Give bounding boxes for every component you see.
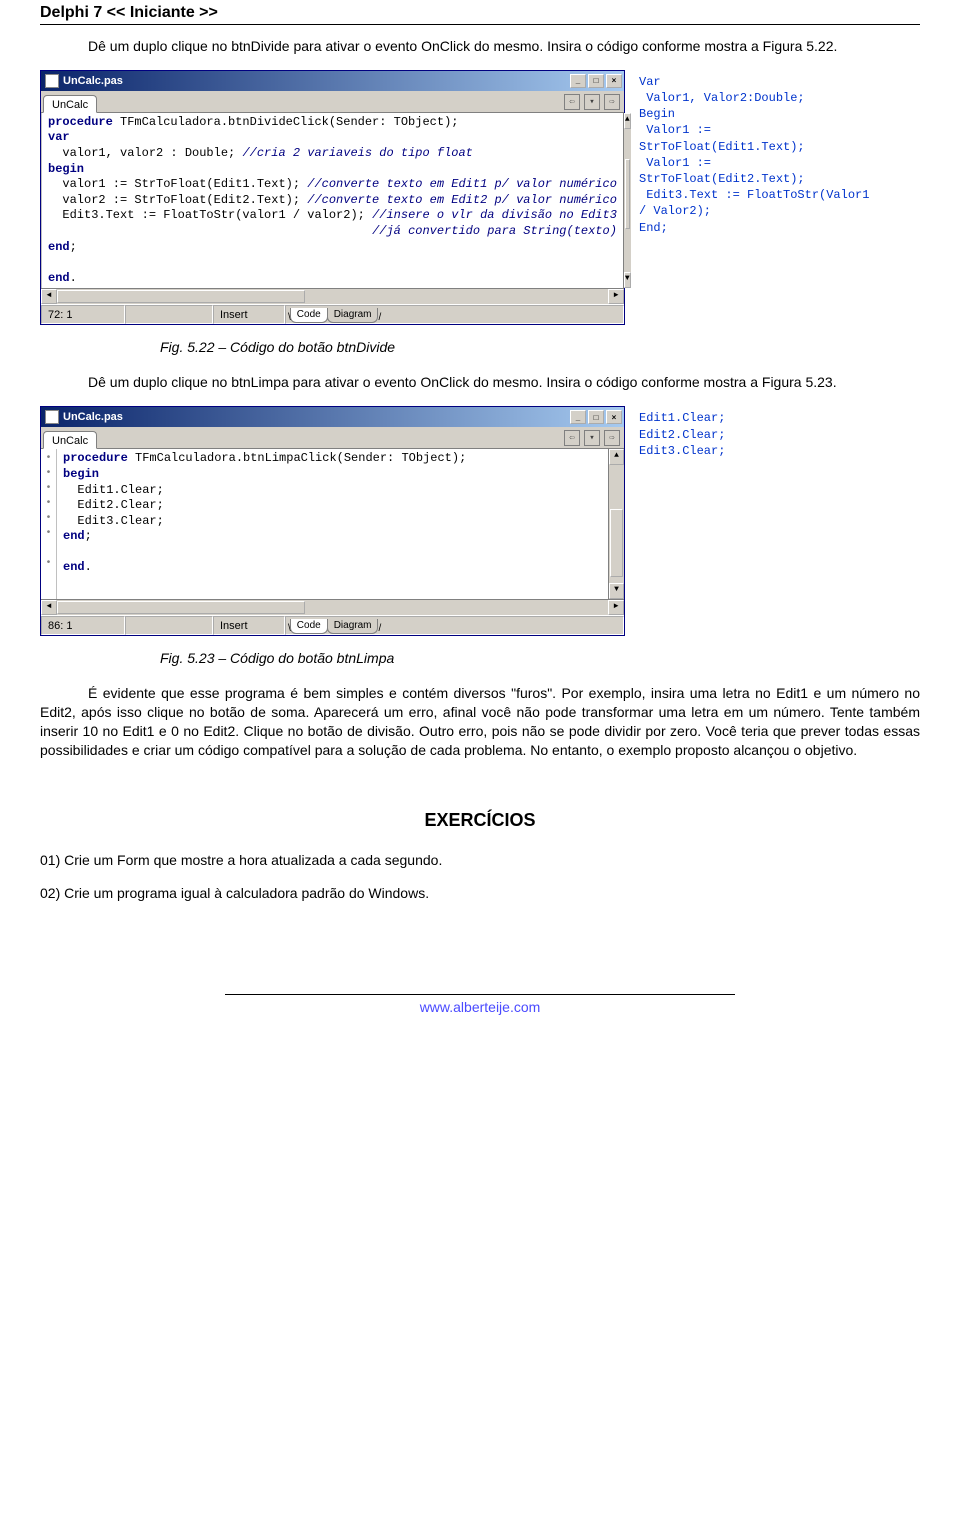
- nav-fwd-icon[interactable]: ⇨: [604, 94, 620, 110]
- status-modified: [125, 305, 213, 324]
- h-scroll-thumb[interactable]: [57, 601, 305, 614]
- status-modified: [125, 616, 213, 635]
- paragraph-1: Dê um duplo clique no btnDivide para ati…: [40, 37, 920, 56]
- tab-row-2: UnCalc ⇦ ▾ ⇨: [41, 427, 624, 449]
- file-icon: [45, 74, 59, 88]
- bottom-tabs-1: \ Code Diagram /: [285, 305, 624, 324]
- footer-divider: [225, 994, 735, 995]
- editor-window-1: UnCalc.pas _ □ × UnCalc ⇦ ▾ ⇨ procedure …: [40, 70, 625, 326]
- window-title-1: UnCalc.pas: [63, 75, 568, 87]
- scroll-left-icon[interactable]: ◄: [41, 289, 57, 304]
- side-code-1: Var Valor1, Valor2:Double; Begin Valor1 …: [639, 70, 920, 326]
- status-cursor-pos: 72: 1: [41, 305, 125, 324]
- status-insert: Insert: [213, 616, 285, 635]
- dropdown-icon[interactable]: ▾: [584, 94, 600, 110]
- maximize-button[interactable]: □: [588, 74, 604, 88]
- h-scroll-thumb[interactable]: [57, 290, 305, 303]
- nav-fwd-icon[interactable]: ⇨: [604, 430, 620, 446]
- horizontal-scrollbar[interactable]: ◄ ►: [41, 288, 624, 304]
- minimize-button[interactable]: _: [570, 74, 586, 88]
- vertical-scrollbar[interactable]: ▲ ▼: [623, 113, 631, 289]
- window-title-2: UnCalc.pas: [63, 411, 568, 423]
- code-area-1: procedure TFmCalculadora.btnDivideClick(…: [41, 113, 624, 289]
- file-tab-uncalc[interactable]: UnCalc: [43, 95, 97, 113]
- h-scroll-track[interactable]: [57, 289, 608, 304]
- paragraph-2-text: Dê um duplo clique no btnLimpa para ativ…: [88, 374, 837, 390]
- close-button[interactable]: ×: [606, 410, 622, 424]
- h-scroll-track[interactable]: [57, 600, 608, 615]
- figure-caption-1: Fig. 5.22 – Código do botão btnDivide: [160, 339, 920, 355]
- page-header: Delphi 7 << Iniciante >>: [40, 4, 920, 25]
- exercise-2: 02) Crie um programa igual à calculadora…: [40, 884, 920, 904]
- minimize-button[interactable]: _: [570, 410, 586, 424]
- scroll-right-icon[interactable]: ►: [608, 600, 624, 615]
- toolbar-right: ⇦ ▾ ⇨: [564, 428, 624, 448]
- file-tab-uncalc[interactable]: UnCalc: [43, 431, 97, 449]
- scroll-thumb[interactable]: [610, 509, 623, 577]
- figure-5-22-block: UnCalc.pas _ □ × UnCalc ⇦ ▾ ⇨ procedure …: [40, 70, 920, 326]
- scroll-left-icon[interactable]: ◄: [41, 600, 57, 615]
- paragraph-1-text: Dê um duplo clique no btnDivide para ati…: [88, 38, 837, 54]
- exercises-heading: EXERCÍCIOS: [40, 810, 920, 831]
- side-code-2: Edit1.Clear; Edit2.Clear; Edit3.Clear;: [639, 406, 920, 636]
- nav-back-icon[interactable]: ⇦: [564, 430, 580, 446]
- status-insert: Insert: [213, 305, 285, 324]
- exercise-1: 01) Crie um Form que mostre a hora atual…: [40, 851, 920, 871]
- paragraph-2: Dê um duplo clique no btnLimpa para ativ…: [40, 373, 920, 392]
- paragraph-3-text: É evidente que esse programa é bem simpl…: [40, 685, 920, 758]
- titlebar-1: UnCalc.pas _ □ ×: [41, 71, 624, 91]
- maximize-button[interactable]: □: [588, 410, 604, 424]
- code-area-2: ••• ••• • procedure TFmCalculadora.btnLi…: [41, 449, 624, 599]
- scroll-up-icon[interactable]: ▲: [609, 449, 624, 465]
- figure-5-23-block: UnCalc.pas _ □ × UnCalc ⇦ ▾ ⇨ ••• ••• • …: [40, 406, 920, 636]
- scroll-down-icon[interactable]: ▼: [609, 583, 624, 599]
- scroll-right-icon[interactable]: ►: [608, 289, 624, 304]
- bottom-tab-diagram[interactable]: Diagram: [327, 308, 379, 323]
- code-gutter: ••• ••• •: [41, 449, 57, 599]
- toolbar-right: ⇦ ▾ ⇨: [564, 92, 624, 112]
- figure-caption-2: Fig. 5.23 – Código do botão btnLimpa: [160, 650, 920, 666]
- status-cursor-pos: 86: 1: [41, 616, 125, 635]
- statusbar-2: 86: 1 Insert \ Code Diagram /: [41, 615, 624, 635]
- bottom-tabs-2: \ Code Diagram /: [285, 616, 624, 635]
- editor-window-2: UnCalc.pas _ □ × UnCalc ⇦ ▾ ⇨ ••• ••• • …: [40, 406, 625, 636]
- paragraph-3: É evidente que esse programa é bem simpl…: [40, 684, 920, 760]
- scroll-up-icon[interactable]: ▲: [624, 113, 631, 129]
- dropdown-icon[interactable]: ▾: [584, 430, 600, 446]
- footer-link[interactable]: www.alberteije.com: [40, 999, 920, 1015]
- close-button[interactable]: ×: [606, 74, 622, 88]
- code-body-1[interactable]: procedure TFmCalculadora.btnDivideClick(…: [42, 113, 623, 289]
- bottom-tab-code[interactable]: Code: [290, 308, 328, 323]
- scroll-thumb[interactable]: [625, 159, 630, 229]
- code-body-2[interactable]: procedure TFmCalculadora.btnLimpaClick(S…: [57, 449, 608, 599]
- tab-row-1: UnCalc ⇦ ▾ ⇨: [41, 91, 624, 113]
- file-icon: [45, 410, 59, 424]
- scroll-down-icon[interactable]: ▼: [624, 272, 631, 288]
- statusbar-1: 72: 1 Insert \ Code Diagram /: [41, 304, 624, 324]
- vertical-scrollbar[interactable]: ▲ ▼: [608, 449, 624, 599]
- titlebar-2: UnCalc.pas _ □ ×: [41, 407, 624, 427]
- horizontal-scrollbar[interactable]: ◄ ►: [41, 599, 624, 615]
- bottom-tab-diagram[interactable]: Diagram: [327, 619, 379, 634]
- nav-back-icon[interactable]: ⇦: [564, 94, 580, 110]
- bottom-tab-code[interactable]: Code: [290, 619, 328, 634]
